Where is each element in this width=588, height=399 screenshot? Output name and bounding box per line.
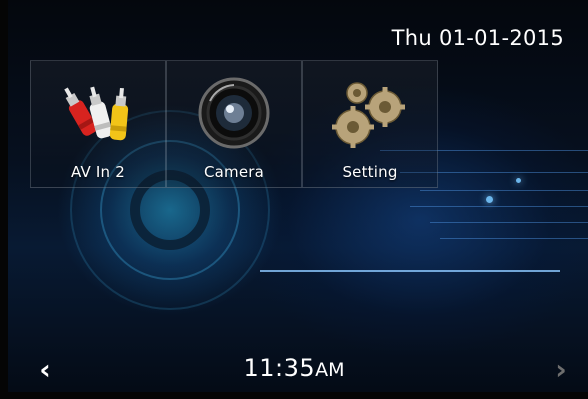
clock-display: 11:35AM [0, 354, 588, 382]
app-grid: AV In 2 Camera Setting [30, 60, 438, 188]
circuit-line [440, 238, 588, 239]
clock-meridiem: AM [315, 359, 345, 381]
circuit-line [420, 190, 588, 191]
camera-tile[interactable]: Camera [166, 60, 302, 188]
clock-time: 11:35 [243, 354, 316, 382]
gears-icon [303, 73, 437, 153]
date-display: Thu 01-01-2015 [391, 26, 564, 50]
circuit-line [260, 270, 560, 272]
setting-tile[interactable]: Setting [302, 60, 438, 188]
circuit-line [430, 222, 588, 223]
home-screen: Thu 01-01-2015 AV In 2 Camera Setting ‹ … [0, 0, 588, 399]
circuit-node [486, 196, 493, 203]
next-page-button[interactable]: › [546, 352, 576, 386]
camera-label: Camera [203, 163, 265, 181]
av-in-2-label: AV In 2 [71, 163, 125, 181]
av-cables-icon [31, 73, 165, 153]
circuit-node [516, 178, 521, 183]
camera-lens-icon [167, 73, 301, 153]
av-in-2-tile[interactable]: AV In 2 [30, 60, 166, 188]
chevron-right-icon: › [555, 352, 567, 386]
circuit-line [410, 206, 588, 207]
setting-label: Setting [342, 163, 398, 181]
